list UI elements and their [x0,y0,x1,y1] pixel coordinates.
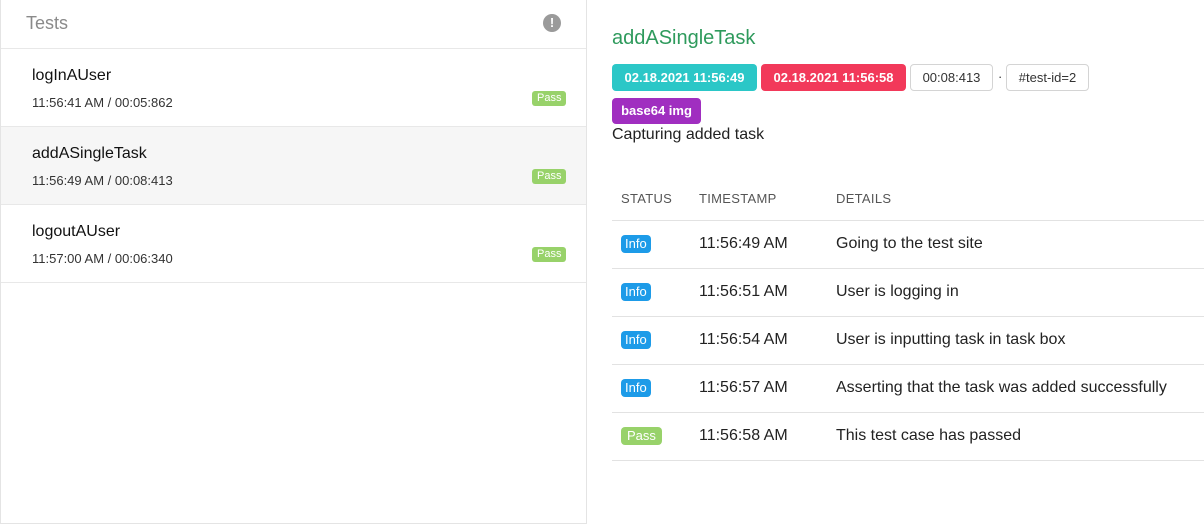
media-caption: Capturing added task [612,126,765,143]
info-badge: Info [621,379,651,397]
log-details: This test case has passed [836,412,1204,461]
info-badge: Info [621,331,651,349]
info-badge: Info [621,235,651,253]
test-meta: 11:57:00 AM / 00:06:340 [32,251,173,266]
test-name: addASingleTask [32,145,147,162]
start-time-badge: 02.18.2021 11:56:49 [612,64,757,91]
test-id-badge: #test-id=2 [1006,64,1089,91]
pass-badge: Pass [532,91,567,106]
test-name: logoutAUser [32,223,121,240]
exclamation-circle-icon[interactable]: ! [543,14,561,32]
pass-badge: Pass [532,169,567,184]
log-row: Info 11:56:49 AM Going to the test site [612,220,1204,269]
test-item-login[interactable]: logInAUser 11:56:41 AM / 00:05:862 Pass [1,49,586,127]
test-list-panel: Tests ! logInAUser 11:56:41 AM / 00:05:8… [0,0,587,524]
log-details: User is inputting task in task box [836,316,1204,365]
separator-dot: · [998,69,1003,84]
test-detail-panel: addASingleTask 02.18.2021 11:56:49 02.18… [587,0,1204,524]
details-column-header: DETAILS [836,178,1204,221]
pass-badge: Pass [532,247,567,262]
test-name: logInAUser [32,67,112,84]
log-table-header: STATUS TIMESTAMP DETAILS [612,178,1204,221]
detail-title: addASingleTask [612,27,756,49]
log-timestamp: 11:56:51 AM [699,268,836,317]
end-time-badge: 02.18.2021 11:56:58 [761,64,906,91]
test-meta: 11:56:49 AM / 00:08:413 [32,173,173,188]
test-item-add-task[interactable]: addASingleTask 11:56:49 AM / 00:08:413 P… [1,127,586,205]
log-timestamp: 11:56:54 AM [699,316,836,365]
test-meta: 11:56:41 AM / 00:05:862 [32,95,173,110]
test-list-title: Tests [26,13,69,33]
test-list-header: Tests ! [1,0,586,49]
duration-badge: 00:08:413 [910,64,993,91]
log-details: User is logging in [836,268,1204,317]
status-column-header: STATUS [612,178,699,221]
log-table: STATUS TIMESTAMP DETAILS Info 11:56:49 A… [612,178,1204,461]
log-details: Asserting that the task was added succes… [836,364,1204,413]
base64-image-link[interactable]: base64 img [612,98,701,124]
log-timestamp: 11:56:57 AM [699,364,836,413]
log-row: Pass 11:56:58 AM This test case has pass… [612,412,1204,461]
log-timestamp: 11:56:49 AM [699,220,836,269]
log-row: Info 11:56:51 AM User is logging in [612,268,1204,317]
test-item-logout[interactable]: logoutAUser 11:57:00 AM / 00:06:340 Pass [1,205,586,283]
pass-badge: Pass [621,427,662,445]
log-row: Info 11:56:54 AM User is inputting task … [612,316,1204,365]
log-timestamp: 11:56:58 AM [699,412,836,461]
log-row: Info 11:56:57 AM Asserting that the task… [612,364,1204,413]
log-details: Going to the test site [836,220,1204,269]
timestamp-column-header: TIMESTAMP [699,178,836,221]
info-badge: Info [621,283,651,301]
